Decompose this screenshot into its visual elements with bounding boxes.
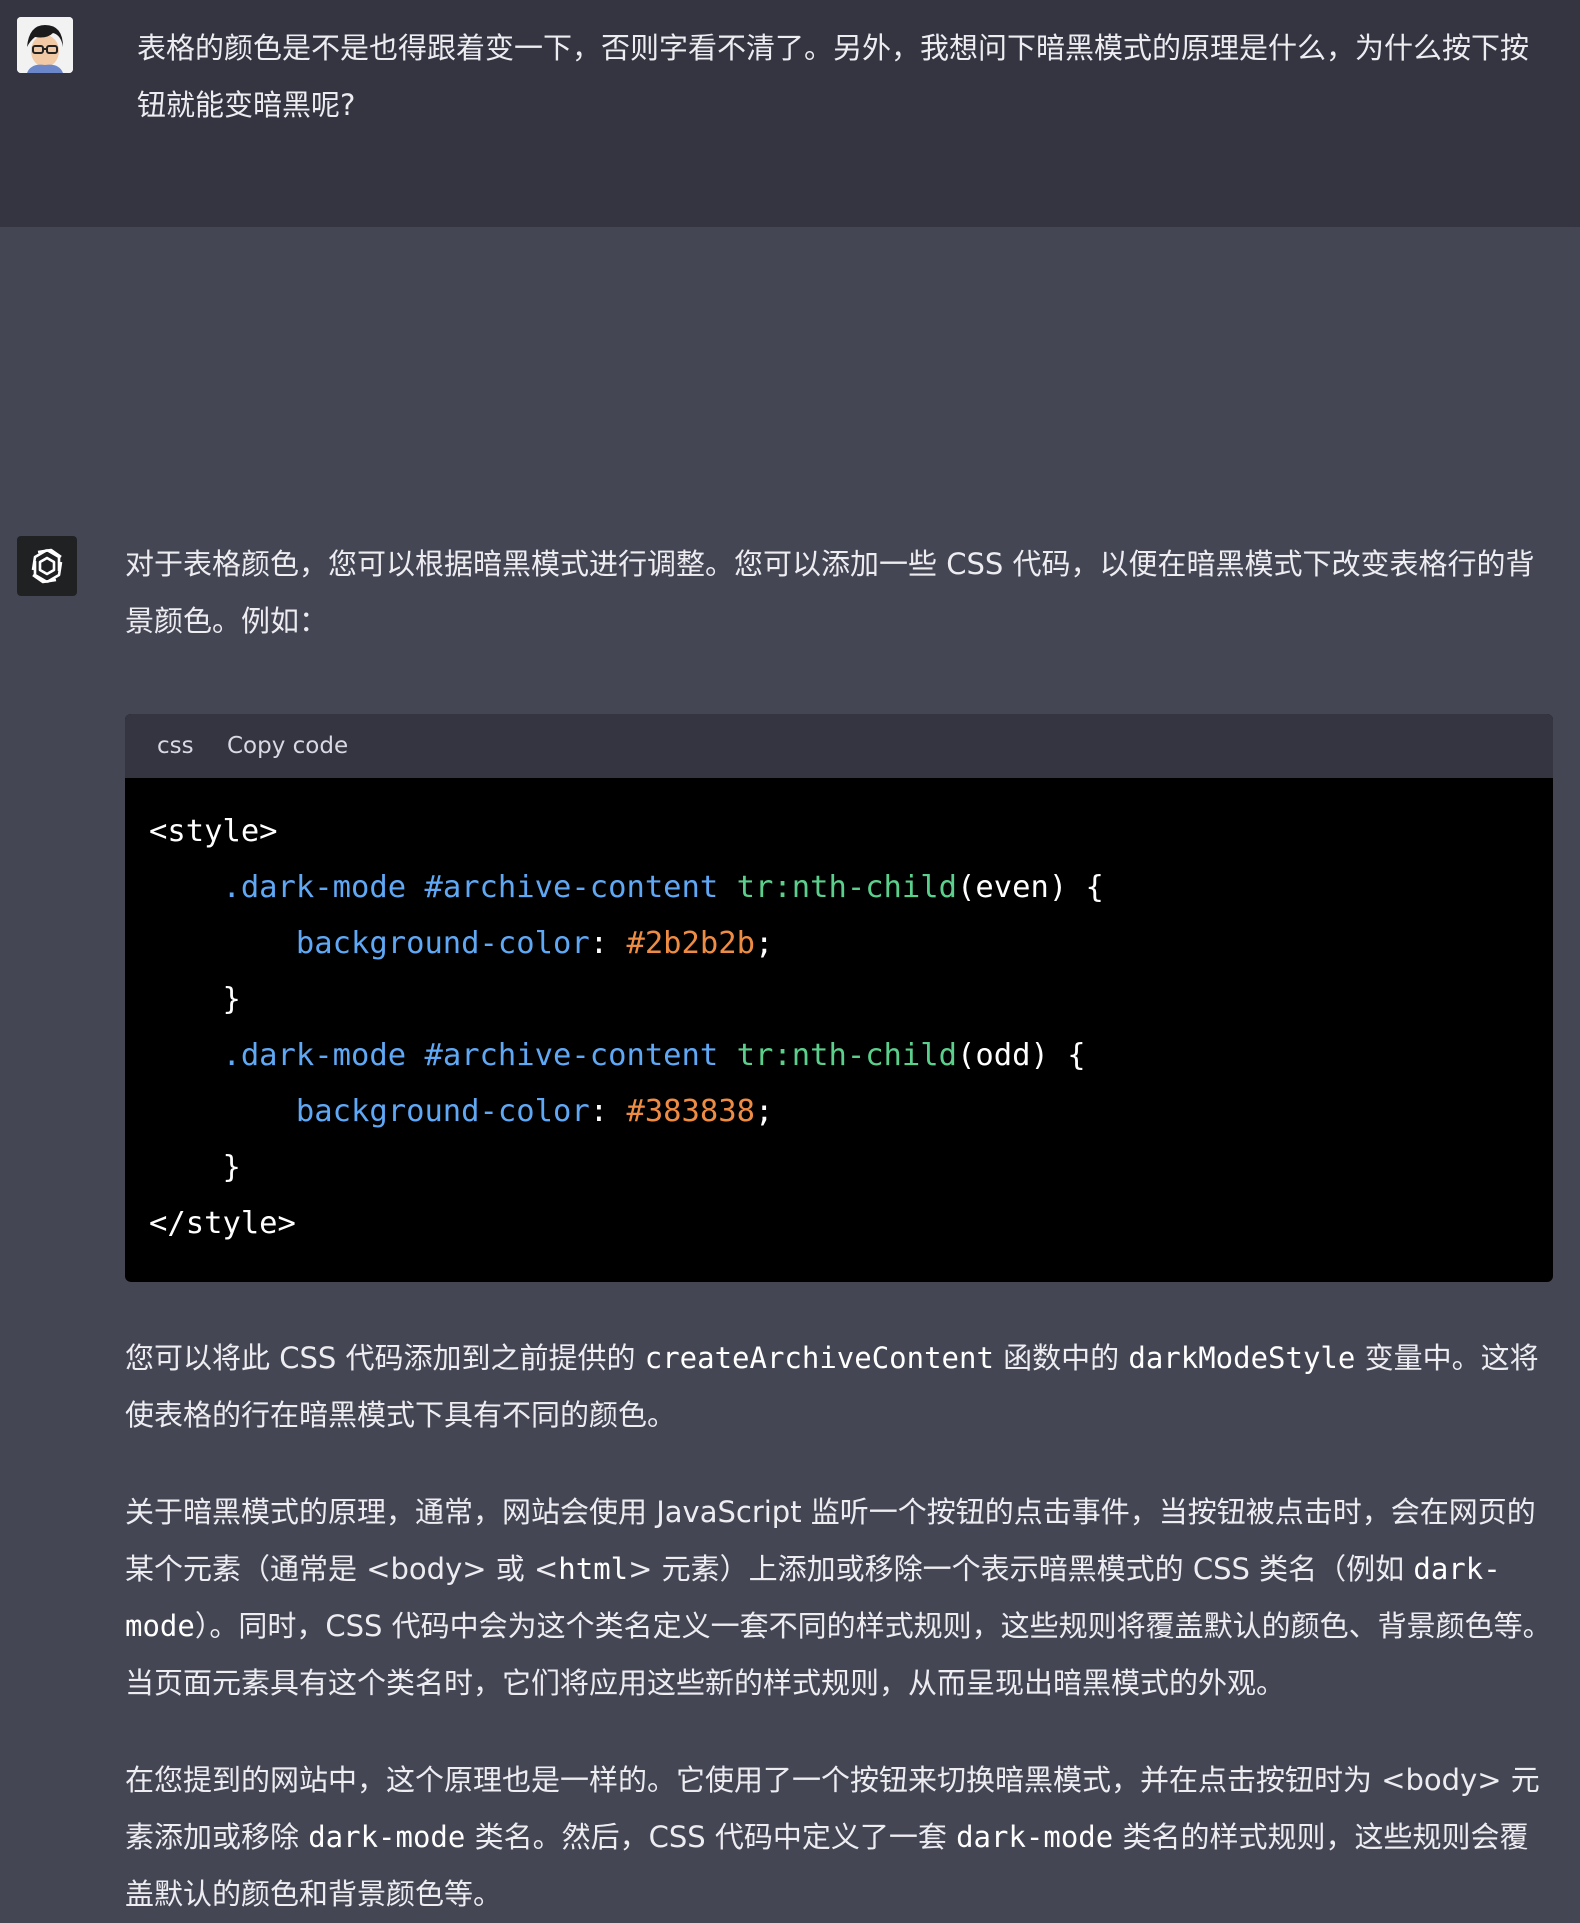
inline-code: darkModeStyle: [1128, 1341, 1356, 1375]
code-block: css Copy code <style> .dark-mode #archiv…: [125, 714, 1553, 1282]
code-line: background-color: #383838;: [295, 1094, 774, 1129]
code-class-selector: .dark-mode: [222, 870, 407, 905]
openai-logo-icon: [31, 548, 63, 584]
code-line: </style>: [149, 1206, 296, 1241]
code-class-selector: .dark-mode: [222, 1038, 407, 1073]
inline-code: dark-mode: [308, 1820, 466, 1854]
code-line: .dark-mode #archive-content tr:nth-child…: [222, 1038, 1086, 1073]
code-property: background-color: [295, 926, 590, 961]
intro-paragraph: 对于表格颜色，您可以根据暗黑模式进行调整。您可以添加一些 CSS 代码，以便在暗…: [125, 547, 1535, 638]
paragraph-1: 您可以将此 CSS 代码添加到之前提供的 createArchiveConten…: [125, 1341, 1539, 1432]
code-value: #383838: [626, 1094, 755, 1129]
code-value: #2b2b2b: [626, 926, 755, 961]
code-id-selector: #archive-content: [424, 870, 719, 905]
inline-code: createArchiveContent: [644, 1341, 994, 1375]
assistant-message-content: 对于表格颜色，您可以根据暗黑模式进行调整。您可以添加一些 CSS 代码，以便在暗…: [125, 536, 1553, 1923]
code-line: }: [149, 1150, 241, 1185]
user-avatar-icon: [17, 17, 73, 73]
code-body: <style> .dark-mode #archive-content tr:n…: [125, 778, 1553, 1282]
inline-code: dark-mode: [956, 1820, 1114, 1854]
paragraph-2: 关于暗黑模式的原理，通常，网站会使用 JavaScript 监听一个按钮的点击事…: [125, 1495, 1552, 1700]
code-line: background-color: #2b2b2b;: [295, 926, 774, 961]
copy-code-button[interactable]: Copy code: [227, 714, 348, 778]
code-line: }: [149, 982, 241, 1017]
code-element-selector: tr:nth-child: [736, 1038, 958, 1073]
inline-code: html: [558, 1552, 629, 1586]
code-id-selector: #archive-content: [424, 1038, 719, 1073]
paragraph-3: 在您提到的网站中，这个原理也是一样的。它使用了一个按钮来切换暗黑模式，并在点击按…: [125, 1763, 1540, 1911]
code-property: background-color: [295, 1094, 590, 1129]
user-message-text: 表格的颜色是不是也得跟着变一下，否则字看不清了。另外，我想问下暗黑模式的原理是什…: [137, 31, 1530, 122]
code-line: <style>: [149, 814, 278, 849]
code-line: .dark-mode #archive-content tr:nth-child…: [222, 870, 1104, 905]
openai-logo-icon: [17, 536, 77, 596]
code-element-selector: tr:nth-child: [736, 870, 958, 905]
code-block-header: css Copy code: [125, 714, 1553, 778]
code-language-label: css: [157, 733, 194, 759]
user-avatar-icon: [17, 17, 73, 73]
user-message-turn: 表格的颜色是不是也得跟着变一下，否则字看不清了。另外，我想问下暗黑模式的原理是什…: [0, 0, 1580, 227]
assistant-message-turn: 对于表格颜色，您可以根据暗黑模式进行调整。您可以添加一些 CSS 代码，以便在暗…: [0, 227, 1580, 1911]
